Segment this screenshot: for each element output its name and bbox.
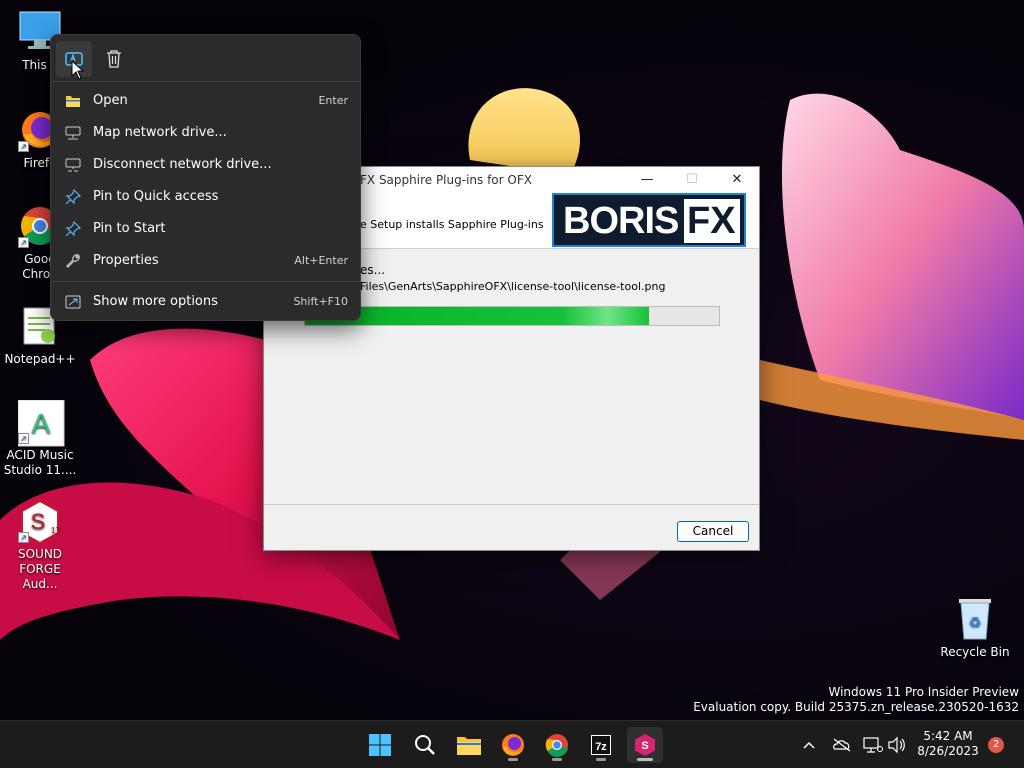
desktop-icon-recycle-bin[interactable]: ♻ Recycle Bin — [935, 597, 1015, 660]
tray-network[interactable] — [860, 721, 884, 768]
shortcut-arrow-icon: ↗ — [18, 237, 29, 248]
7zip-label: 7z — [595, 741, 607, 753]
windows-watermark: Windows 11 Pro Insider Preview Evaluatio… — [693, 685, 1019, 715]
volume-icon — [888, 736, 905, 754]
installer-title: FX Sapphire Plug-ins for OFX — [360, 173, 532, 187]
running-indicator — [596, 758, 606, 761]
recycle-bin-icon: ♻ — [953, 597, 997, 641]
delete-button[interactable] — [96, 41, 132, 77]
pin-icon — [65, 189, 81, 205]
menu-item-label: Show more options — [93, 294, 218, 309]
menu-item-shortcut: Shift+F10 — [293, 295, 348, 308]
logo-text-fx: FX — [687, 200, 736, 242]
taskbar-firefox[interactable] — [495, 727, 531, 763]
network-drive-icon — [65, 126, 81, 140]
close-button[interactable]: ✕ — [714, 167, 760, 193]
svg-text:17: 17 — [51, 526, 60, 535]
menu-item-disconnect-network-drive[interactable]: Disconnect network drive... — [55, 149, 356, 181]
menu-item-label: Pin to Start — [93, 221, 166, 236]
menu-item-label: Map network drive... — [93, 125, 227, 140]
borisfx-logo: BORIS FX — [552, 193, 746, 247]
menu-item-pin-quick-access[interactable]: Pin to Quick access — [55, 181, 356, 213]
notification-badge[interactable]: 2 — [988, 737, 1004, 753]
start-icon — [369, 734, 391, 756]
installer-description: e Setup installs Sapphire Plug-ins — [360, 218, 544, 231]
svg-text:A: A — [32, 408, 51, 439]
watermark-line-2: Evaluation copy. Build 25375.zn_release.… — [693, 700, 1019, 714]
watermark-line-1: Windows 11 Pro Insider Preview — [828, 685, 1019, 699]
maximize-button[interactable]: ☐ — [669, 167, 715, 193]
desktop-icon-acid[interactable]: A ↗ ACID Music Studio 11.... — [0, 399, 80, 478]
taskbar-search-button[interactable] — [407, 727, 443, 763]
trash-icon — [107, 50, 121, 68]
clock-time: 5:42 AM — [923, 729, 973, 743]
context-menu-quick-actions — [51, 35, 360, 82]
desktop-icon-label: Notepad++ — [4, 352, 76, 366]
menu-item-label: Disconnect network drive... — [93, 157, 272, 172]
context-menu: Open Enter Map network drive... Disconne… — [50, 34, 361, 321]
menu-item-shortcut: Enter — [318, 94, 348, 107]
install-progress-bar — [304, 306, 720, 326]
network-icon — [863, 737, 883, 753]
menu-item-shortcut: Alt+Enter — [294, 254, 348, 267]
active-indicator — [637, 758, 653, 761]
svg-text:♻: ♻ — [969, 615, 982, 631]
menu-item-label: Pin to Quick access — [93, 189, 219, 204]
taskbar: 7z S 5:42 AM 8/26/2023 2 — [0, 720, 1024, 768]
folder-icon — [66, 96, 80, 107]
pin-start-icon — [65, 221, 81, 237]
onedrive-offline-icon — [833, 738, 851, 752]
clock-date: 8/26/2023 — [917, 744, 979, 758]
svg-text:S: S — [31, 509, 46, 534]
running-indicator — [508, 758, 518, 761]
tray-onedrive[interactable] — [830, 721, 854, 768]
menu-item-open[interactable]: Open Enter — [55, 85, 356, 117]
menu-item-properties[interactable]: Properties Alt+Enter — [55, 245, 356, 277]
file-explorer-icon — [457, 737, 481, 755]
taskbar-chrome[interactable] — [539, 727, 575, 763]
install-path: Files\GenArts\SapphireOFX\license-tool\l… — [360, 280, 666, 293]
wrench-icon — [66, 254, 80, 268]
shortcut-arrow-icon: ↗ — [18, 532, 29, 543]
soundforge-icon: S 17 ↗ — [18, 499, 62, 545]
taskbar-7zip[interactable]: 7z — [583, 727, 619, 763]
menu-item-label: Properties — [93, 253, 159, 268]
tray-overflow-button[interactable] — [798, 721, 820, 768]
more-options-icon — [65, 295, 81, 309]
menu-item-label: Open — [93, 93, 128, 108]
taskbar-file-explorer[interactable] — [451, 727, 487, 763]
desktop-icon-soundforge[interactable]: S 17 ↗ SOUND FORGE Aud... — [0, 499, 80, 592]
desktop-icon-label: Recycle Bin — [940, 645, 1010, 659]
disconnect-drive-icon — [65, 158, 81, 172]
start-button[interactable] — [362, 727, 398, 763]
menu-item-pin-to-start[interactable]: Pin to Start — [55, 213, 356, 245]
taskbar-clock[interactable]: 5:42 AM 8/26/2023 — [912, 729, 984, 759]
install-status: es... — [360, 263, 386, 277]
logo-text-boris: BORIS — [563, 200, 679, 242]
desktop-icon-label: SOUND FORGE Aud... — [17, 547, 63, 591]
installer-footer: Cancel — [264, 504, 759, 551]
minimize-button[interactable]: — — [624, 167, 670, 193]
search-icon — [415, 735, 435, 755]
menu-item-map-network-drive[interactable]: Map network drive... — [55, 117, 356, 149]
tray-volume[interactable] — [885, 721, 907, 768]
menu-item-show-more-options[interactable]: Show more options Shift+F10 — [55, 286, 356, 318]
shortcut-arrow-icon: ↗ — [18, 141, 29, 152]
cancel-button[interactable]: Cancel — [677, 521, 749, 542]
chevron-up-icon — [803, 741, 815, 749]
menu-separator — [51, 281, 360, 282]
mouse-cursor-icon — [71, 60, 85, 80]
sapphire-label: S — [641, 740, 648, 752]
acid-icon: A ↗ — [17, 399, 65, 447]
taskbar-sapphire-installer[interactable]: S — [627, 727, 663, 763]
shortcut-arrow-icon: ↗ — [18, 433, 29, 444]
desktop-icon-label: ACID Music Studio 11.... — [3, 448, 77, 477]
running-indicator — [552, 758, 562, 761]
